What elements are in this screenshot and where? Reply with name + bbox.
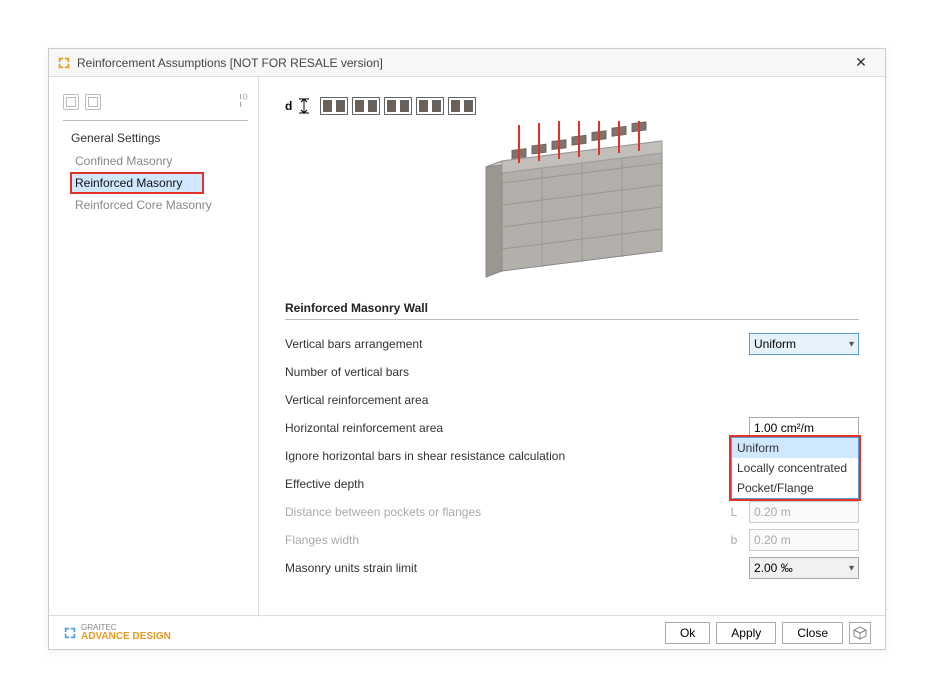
depth-symbol: d	[285, 99, 292, 113]
isometric-wall-icon	[442, 121, 702, 291]
symbol-l: L	[719, 505, 749, 519]
info-icon[interactable]: ¦⁰	[239, 91, 248, 108]
brand-bottom: ADVANCE DESIGN	[81, 632, 171, 642]
label-vra: Vertical reinforcement area	[285, 393, 719, 407]
titlebar: Reinforcement Assumptions [NOT FOR RESAL…	[49, 49, 885, 77]
select-strain[interactable]: 2.00 ‰ ▾	[749, 557, 859, 579]
select-arrangement-value: Uniform	[754, 337, 796, 351]
section-title: Reinforced Masonry Wall	[285, 301, 859, 315]
symbol-b: b	[719, 533, 749, 547]
sidebar-toolbar: ¦⁰	[63, 89, 248, 121]
cube-icon[interactable]	[849, 622, 871, 644]
label-num-bars: Number of vertical bars	[285, 365, 719, 379]
input-flanges	[749, 529, 859, 551]
label-eff-depth: Effective depth	[285, 477, 719, 491]
chevron-down-icon: ▾	[849, 339, 854, 350]
nav-reinforced-core-masonry[interactable]: Reinforced Core Masonry	[71, 195, 248, 215]
ok-button[interactable]: Ok	[665, 622, 710, 644]
chevron-down-icon: ▾	[849, 563, 854, 574]
nav-heading: General Settings	[71, 131, 248, 145]
close-icon[interactable]: ✕	[845, 54, 877, 71]
app-icon	[57, 56, 71, 70]
input-dist	[749, 501, 859, 523]
label-hra: Horizontal reinforcement area	[285, 421, 719, 435]
label-dist: Distance between pockets or flanges	[285, 505, 719, 519]
dialog-window: Reinforcement Assumptions [NOT FOR RESAL…	[48, 48, 886, 650]
label-flanges: Flanges width	[285, 533, 719, 547]
brand-logo: GRAITEC ADVANCE DESIGN	[63, 624, 171, 642]
select-strain-value: 2.00 ‰	[754, 561, 793, 575]
paste-icon[interactable]	[85, 94, 101, 110]
footer: GRAITEC ADVANCE DESIGN Ok Apply Close	[49, 615, 885, 649]
select-arrangement[interactable]: Uniform ▾	[749, 333, 859, 355]
close-button[interactable]: Close	[782, 622, 843, 644]
copy-icon[interactable]	[63, 94, 79, 110]
label-ignore: Ignore horizontal bars in shear resistan…	[285, 449, 719, 463]
nav-reinforced-masonry[interactable]: Reinforced Masonry	[71, 173, 203, 193]
option-locally-concentrated[interactable]: Locally concentrated	[732, 458, 858, 478]
depth-diagram: d	[285, 97, 859, 115]
dimension-icon	[298, 97, 310, 115]
section-view	[320, 97, 476, 115]
option-uniform[interactable]: Uniform	[732, 438, 858, 458]
input-hra[interactable]	[749, 417, 859, 439]
dialog-title: Reinforcement Assumptions [NOT FOR RESAL…	[77, 56, 383, 70]
sidebar: ¦⁰ General Settings Confined Masonry Rei…	[49, 77, 259, 617]
nav-confined-masonry[interactable]: Confined Masonry	[71, 151, 248, 171]
label-arrangement: Vertical bars arrangement	[285, 337, 719, 351]
apply-button[interactable]: Apply	[716, 622, 776, 644]
option-pocket-flange[interactable]: Pocket/Flange	[732, 478, 858, 498]
label-strain: Masonry units strain limit	[285, 561, 719, 575]
main-panel: d	[259, 77, 885, 617]
dropdown-arrangement: Uniform Locally concentrated Pocket/Flan…	[731, 437, 859, 499]
